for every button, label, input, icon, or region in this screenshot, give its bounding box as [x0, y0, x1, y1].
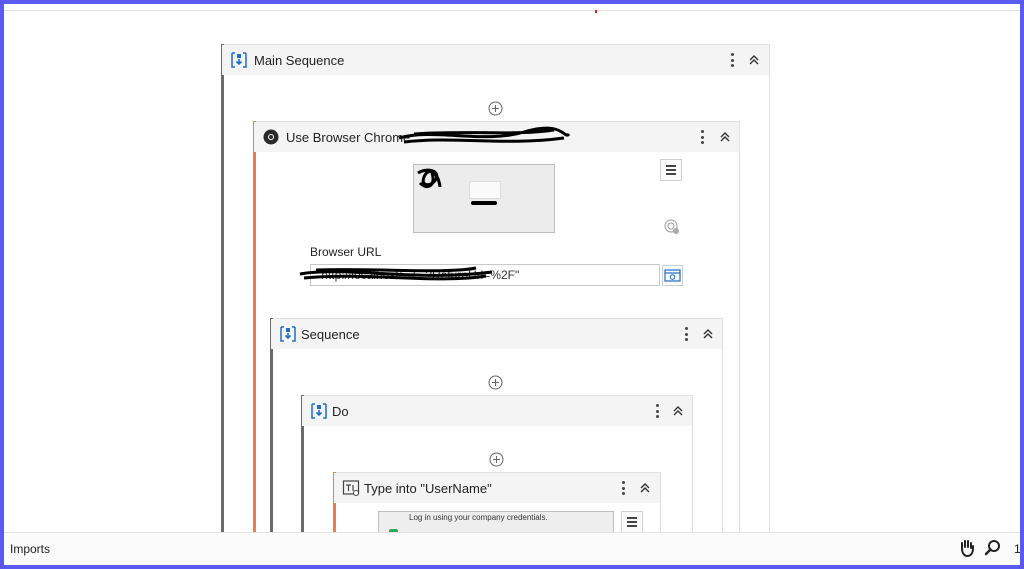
- main-sequence-header[interactable]: Main Sequence: [222, 45, 769, 75]
- more-options-icon[interactable]: [727, 51, 737, 69]
- sequence-title: Sequence: [301, 327, 360, 342]
- sequence-activity[interactable]: Sequence Do Type into "UserName" Log in …: [270, 318, 723, 532]
- sequence-icon: [280, 326, 296, 342]
- collapse-icon[interactable]: [671, 404, 685, 418]
- sequence-header[interactable]: Sequence: [271, 319, 722, 349]
- activity-bar: [270, 318, 273, 532]
- sequence-icon: [231, 52, 247, 68]
- zoom-level-text: 1: [1014, 542, 1020, 556]
- status-bar: Imports 1: [4, 532, 1020, 565]
- activity-bar: [253, 121, 256, 532]
- menu-icon: [627, 517, 637, 527]
- more-options-icon[interactable]: [652, 402, 662, 420]
- browser-url-label: Browser URL: [310, 245, 382, 259]
- collapse-icon[interactable]: [638, 481, 652, 495]
- target-icon[interactable]: [664, 219, 680, 235]
- menu-button[interactable]: [660, 159, 682, 181]
- browser-url-picker-button[interactable]: [662, 265, 683, 286]
- add-activity-icon[interactable]: [488, 375, 503, 390]
- add-activity-icon[interactable]: [489, 452, 504, 467]
- type-into-activity[interactable]: Type into "UserName" Log in using your c…: [333, 472, 661, 532]
- type-into-icon: [342, 480, 360, 496]
- hand-icon[interactable]: [958, 538, 976, 558]
- use-browser-header[interactable]: Use Browser Chrome:: [254, 122, 739, 152]
- collapse-icon[interactable]: [747, 53, 761, 67]
- imports-tab[interactable]: Imports: [10, 542, 50, 556]
- sequence-icon: [311, 403, 327, 419]
- zoom-icon[interactable]: [984, 538, 1002, 558]
- thumbnail-content: [469, 181, 501, 199]
- main-sequence-activity[interactable]: Main Sequence Use Browser Chrome: Browse…: [221, 44, 770, 532]
- do-title: Do: [332, 404, 349, 419]
- menu-icon: [666, 165, 676, 175]
- add-activity-icon[interactable]: [488, 101, 503, 116]
- use-browser-activity[interactable]: Use Browser Chrome: Browser URL "http://…: [253, 121, 740, 532]
- menu-button[interactable]: [621, 511, 643, 532]
- redaction-scribble: [398, 126, 571, 144]
- activity-bar: [221, 44, 224, 532]
- do-header[interactable]: Do: [302, 396, 692, 426]
- thumbnail-redaction: [471, 201, 497, 205]
- redaction-scribble: [299, 266, 493, 281]
- top-divider: [4, 10, 1020, 11]
- type-into-header[interactable]: Type into "UserName": [334, 473, 660, 503]
- do-activity[interactable]: Do Type into "UserName" Log in using you…: [301, 395, 693, 532]
- type-into-screenshot-thumbnail[interactable]: Log in using your company credentials.: [378, 511, 614, 532]
- browser-screenshot-thumbnail[interactable]: [413, 164, 555, 233]
- designer-window: Main Sequence Use Browser Chrome: Browse…: [4, 4, 1020, 565]
- type-into-title: Type into "UserName": [364, 481, 492, 496]
- chrome-icon: [263, 129, 279, 145]
- redaction-scribble: [417, 168, 442, 189]
- designer-canvas[interactable]: Main Sequence Use Browser Chrome: Browse…: [4, 12, 1020, 532]
- more-options-icon[interactable]: [618, 479, 628, 497]
- main-sequence-title: Main Sequence: [254, 53, 345, 68]
- type-into-preview-text: Log in using your company credentials.: [409, 513, 548, 522]
- collapse-icon[interactable]: [701, 327, 715, 341]
- more-options-icon[interactable]: [681, 325, 691, 343]
- browser-icon: [664, 269, 681, 282]
- collapse-icon[interactable]: [718, 130, 732, 144]
- more-options-icon[interactable]: [697, 128, 707, 146]
